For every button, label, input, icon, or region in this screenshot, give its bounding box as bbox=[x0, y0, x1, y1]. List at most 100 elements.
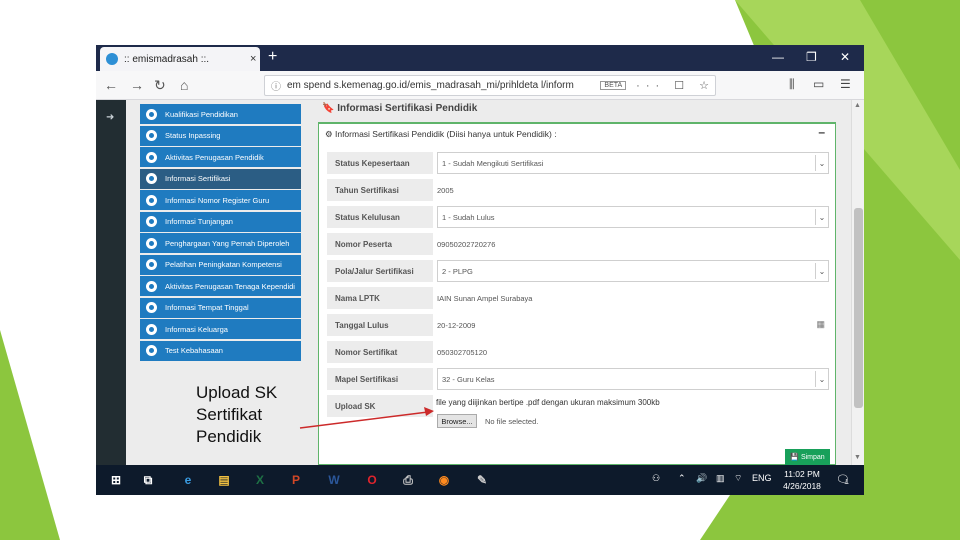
opera-icon[interactable]: O bbox=[362, 470, 382, 490]
page-scrollbar[interactable]: ▲ ▼ bbox=[851, 100, 864, 465]
network-icon[interactable]: ▥ bbox=[716, 473, 725, 484]
maximize-button[interactable]: ❐ bbox=[806, 50, 817, 64]
sidebar-item-informasi-nomor-register-guru[interactable]: Informasi Nomor Register Guru bbox=[140, 190, 301, 210]
sidebar-item-informasi-keluarga[interactable]: Informasi Keluarga bbox=[140, 319, 301, 339]
menu-icon[interactable]: ☰ bbox=[840, 77, 851, 91]
field-value: 050302705120 bbox=[437, 347, 488, 357]
favicon-icon bbox=[106, 53, 118, 65]
clock[interactable]: 11:02 PM 4/26/2018 bbox=[782, 468, 822, 492]
language-indicator[interactable]: ENG bbox=[752, 473, 772, 483]
form-row-nomor-peserta: Nomor Peserta 09050202720276 bbox=[327, 233, 829, 255]
sidebar-item-aktivitas-penugasan-tenaga-kependidi[interactable]: Aktivitas Penugasan Tenaga Kependidi bbox=[140, 276, 301, 296]
tanggal-lulus-field[interactable]: 20-12-2009 ▦ bbox=[433, 314, 829, 336]
scroll-up-icon[interactable]: ▲ bbox=[854, 102, 861, 109]
windows-taskbar: ⚇ ⌃ 🔊 ▥ ⌔ ENG 11:02 PM 4/26/2018 🗨 1 ⊞ ⧉ e… bbox=[96, 465, 864, 495]
page-actions[interactable]: ··· ☐ ☆ bbox=[636, 79, 715, 92]
field-value: 20-12-2009 bbox=[437, 320, 476, 330]
browser-tab[interactable]: :: emismadrasah ::. × bbox=[100, 47, 260, 71]
tray-chevron-icon[interactable]: ⌃ bbox=[678, 473, 686, 484]
green-shape-corner bbox=[0, 330, 60, 540]
circle-arrow-icon bbox=[146, 280, 157, 292]
form-row-nama-lptk: Nama LPTK IAIN Sunan Ampel Surabaya bbox=[327, 287, 829, 309]
start-icon[interactable]: ⊞ bbox=[106, 470, 126, 490]
save-button[interactable]: 💾 Simpan bbox=[785, 449, 830, 465]
form-row-nomor-sertifikat: Nomor Sertifikat 050302705120 bbox=[327, 341, 829, 363]
sidebar-item-informasi-tempat-tinggal[interactable]: Informasi Tempat Tinggal bbox=[140, 297, 301, 318]
beta-badge: BETA bbox=[600, 81, 627, 90]
printer-icon[interactable]: ⎙ bbox=[398, 470, 418, 490]
field-value: IAIN Sunan Ampel Surabaya bbox=[437, 293, 533, 303]
caption-line-2: Sertifikat bbox=[196, 405, 263, 424]
tahun-sertifikasi-field[interactable]: 2005 bbox=[433, 179, 829, 201]
field-label: Mapel Sertifikasi bbox=[327, 368, 433, 390]
scroll-down-icon[interactable]: ▼ bbox=[854, 454, 861, 461]
url-text[interactable]: em spend s.kemenag.go.id/emis_madrasah_m… bbox=[287, 80, 592, 91]
sidebar-item-label: Penghargaan Yang Pernah Diperoleh bbox=[165, 238, 290, 248]
new-tab-button[interactable]: + bbox=[268, 48, 277, 66]
sidebar-item-status-inpassing[interactable]: Status Inpassing bbox=[140, 125, 301, 146]
nama-lptk-field[interactable]: IAIN Sunan Ampel Surabaya bbox=[433, 287, 829, 309]
chevron-down-icon[interactable]: ⌄ bbox=[815, 155, 828, 171]
clock-date: 4/26/2018 bbox=[783, 481, 821, 491]
sidebar-item-label: Test Kebahasaan bbox=[165, 346, 223, 355]
edge-icon[interactable]: e bbox=[178, 470, 198, 490]
status-kelulusan-select[interactable]: 1 - Sudah Lulus ⌄ bbox=[437, 206, 829, 228]
address-bar[interactable]: ⓘ em spend s.kemenag.go.id/emis_madrasah… bbox=[264, 75, 716, 96]
mapel-sertifikasi-select[interactable]: 32 - Guru Kelas ⌄ bbox=[437, 368, 829, 390]
excel-icon[interactable]: X bbox=[250, 470, 270, 490]
back-button[interactable]: ← bbox=[104, 77, 118, 93]
chevron-down-icon[interactable]: ⌄ bbox=[815, 263, 828, 279]
sidebar-menu: Kualifikasi Pendidikan Status Inpassing Ak… bbox=[140, 104, 301, 362]
minimize-button[interactable]: — bbox=[772, 50, 784, 64]
nomor-sertifikat-field[interactable]: 050302705120 bbox=[433, 341, 829, 363]
circle-arrow-icon bbox=[146, 108, 157, 120]
field-label: Nomor Sertifikat bbox=[327, 341, 433, 363]
wifi-icon[interactable]: ⌔ bbox=[734, 473, 742, 484]
title-bar: :: emismadrasah ::. × + — ❐ ✕ bbox=[96, 45, 864, 71]
library-icon[interactable]: ⫼ bbox=[789, 77, 795, 92]
sidebar-item-label: Informasi Sertifikasi bbox=[165, 174, 231, 183]
chevron-down-icon[interactable]: ⌄ bbox=[815, 371, 828, 387]
sidebar-item-pelatihan-peningkatan-kompetensi[interactable]: Pelatihan Peningkatan Kompetensi bbox=[140, 254, 301, 275]
calendar-icon[interactable]: ▦ bbox=[816, 319, 825, 330]
sidebar-toggle-icon[interactable]: ▭ bbox=[813, 77, 824, 91]
logout-icon[interactable]: ➜ bbox=[106, 112, 114, 123]
tab-title: :: emismadrasah ::. bbox=[124, 53, 210, 65]
circle-arrow-icon bbox=[146, 237, 157, 249]
powerpoint-icon[interactable]: P bbox=[286, 470, 306, 490]
collapse-button[interactable]: – bbox=[818, 125, 825, 139]
sidebar-item-label: Pelatihan Peningkatan Kompetensi bbox=[165, 260, 282, 269]
sidebar-item-test-kebahasaan[interactable]: Test Kebahasaan bbox=[140, 340, 301, 361]
field-value: 32 - Guru Kelas bbox=[442, 374, 495, 384]
field-value: 1 - Sudah Mengikuti Sertifikasi bbox=[442, 158, 544, 168]
reload-button[interactable]: ↻ bbox=[154, 77, 166, 94]
volume-icon[interactable]: 🔊 bbox=[696, 473, 707, 484]
sidebar-item-label: Informasi Tempat Tinggal bbox=[165, 303, 249, 312]
firefox-icon[interactable]: ◉ bbox=[434, 470, 454, 490]
misc-app-icon[interactable]: ✎ bbox=[472, 470, 492, 490]
tab-close-icon[interactable]: × bbox=[250, 53, 256, 65]
nomor-peserta-field[interactable]: 09050202720276 bbox=[433, 233, 829, 255]
slide: :: emismadrasah ::. × + — ❐ ✕ ← → ↻ ⌂ ⓘ … bbox=[0, 0, 960, 540]
chevron-down-icon[interactable]: ⌄ bbox=[815, 209, 828, 225]
sidebar-item-informasi-sertifikasi[interactable]: Informasi Sertifikasi bbox=[140, 168, 301, 189]
circle-arrow-icon bbox=[146, 216, 157, 227]
task-view-icon[interactable]: ⧉ bbox=[138, 470, 158, 490]
circle-arrow-icon bbox=[146, 151, 157, 163]
status-kepesertaan-select[interactable]: 1 - Sudah Mengikuti Sertifikasi ⌄ bbox=[437, 152, 829, 174]
sidebar-item-kualifikasi-pendidikan[interactable]: Kualifikasi Pendidikan bbox=[140, 104, 301, 124]
sidebar-item-informasi-tunjangan[interactable]: Informasi Tunjangan bbox=[140, 211, 301, 232]
close-window-button[interactable]: ✕ bbox=[840, 50, 850, 64]
certification-panel: ⚙ Informasi Sertifikasi Pendidik (Diisi … bbox=[318, 122, 836, 465]
file-explorer-icon[interactable]: ▤ bbox=[214, 470, 234, 490]
sidebar-item-aktivitas-penugasan-pendidik[interactable]: Aktivitas Penugasan Pendidik bbox=[140, 147, 301, 167]
forward-button[interactable]: → bbox=[130, 77, 144, 93]
circle-arrow-icon bbox=[146, 259, 157, 270]
scroll-thumb[interactable] bbox=[854, 208, 863, 408]
sidebar-item-penghargaan-yang-pernah-diperoleh[interactable]: Penghargaan Yang Pernah Diperoleh bbox=[140, 233, 301, 253]
form-row-upload-sk: Upload SK bbox=[327, 395, 829, 417]
people-icon[interactable]: ⚇ bbox=[652, 473, 660, 484]
home-button[interactable]: ⌂ bbox=[180, 77, 188, 93]
pola-jalur-sertifikasi-select[interactable]: 2 - PLPG ⌄ bbox=[437, 260, 829, 282]
word-icon[interactable]: W bbox=[324, 470, 344, 490]
